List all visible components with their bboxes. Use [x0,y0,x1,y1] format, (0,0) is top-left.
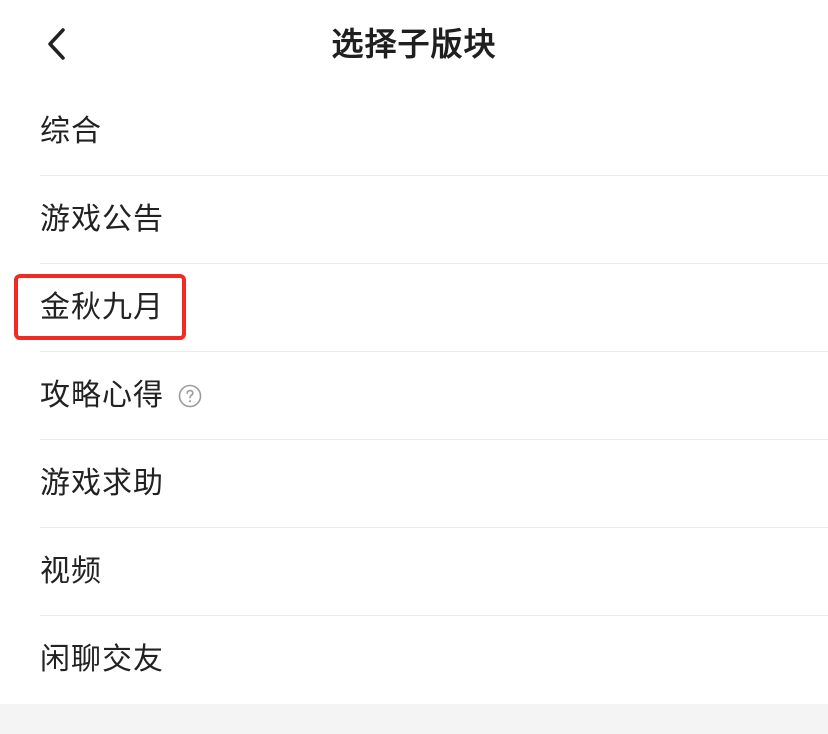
subsection-label: 游戏公告 [40,202,164,237]
subsection-item-announcements[interactable]: 游戏公告 [0,176,828,264]
subsection-item-general[interactable]: 综合 [0,88,828,176]
subsection-label: 视频 [40,554,102,589]
subsection-label: 游戏求助 [40,466,164,501]
subsection-item-golden-september[interactable]: 金秋九月 [0,264,828,352]
subsection-label: 攻略心得 [40,378,164,413]
subsection-label: 综合 [40,114,102,149]
subsection-item-videos[interactable]: 视频 [0,528,828,616]
subsection-label: 闲聊交友 [40,642,164,677]
subsection-list: 综合 游戏公告 金秋九月 攻略心得 游戏求助 视频 闲聊交友 [0,88,828,704]
question-circle-icon[interactable] [178,384,202,408]
subsection-item-chat[interactable]: 闲聊交友 [0,616,828,704]
top-bar: 选择子版块 [0,0,828,88]
subsection-label: 金秋九月 [40,290,164,325]
subsection-item-guides[interactable]: 攻略心得 [0,352,828,440]
subsection-item-help[interactable]: 游戏求助 [0,440,828,528]
bottom-gray-strip [0,704,828,734]
page-title: 选择子版块 [331,25,497,63]
